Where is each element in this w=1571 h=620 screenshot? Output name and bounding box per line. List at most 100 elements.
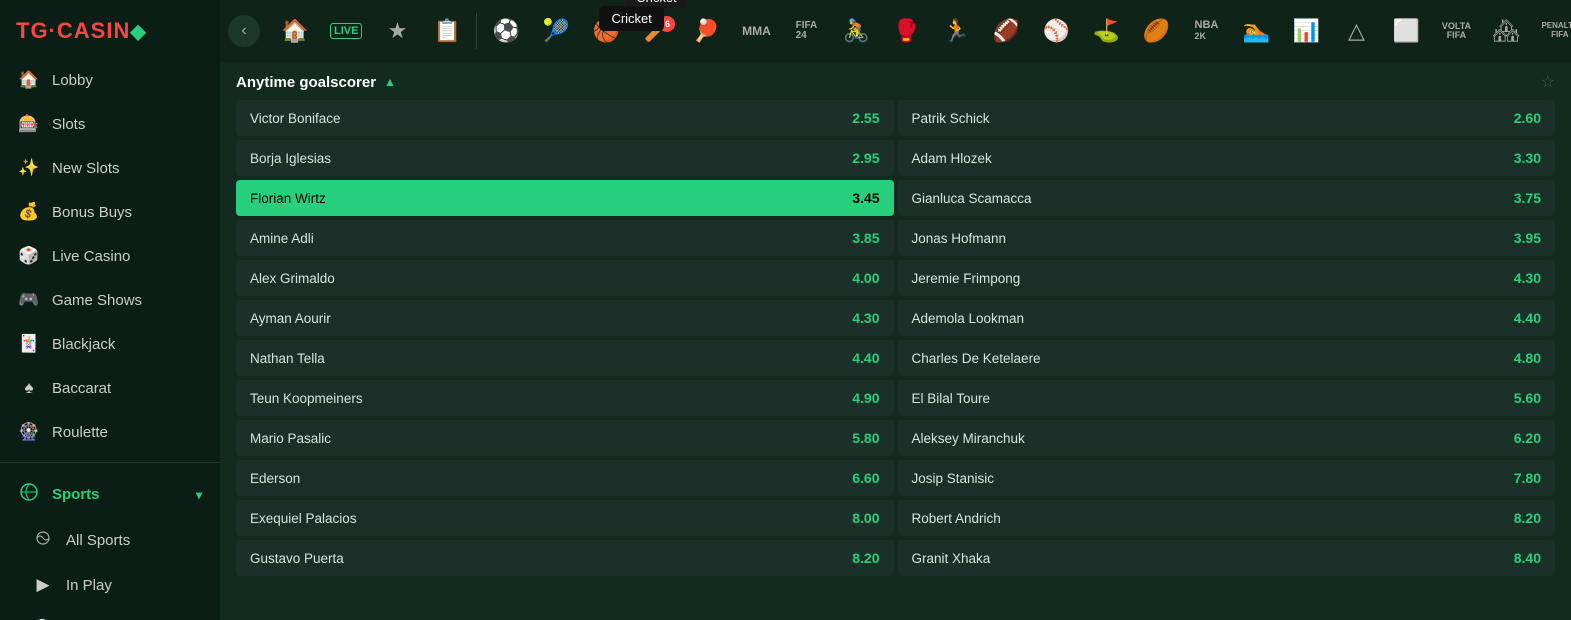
- bet-row[interactable]: Charles De Ketelaere 4.80: [898, 340, 1556, 376]
- sport-betslip-button[interactable]: 📋: [422, 14, 472, 48]
- sport-favorites-button[interactable]: ★: [372, 14, 422, 48]
- collapse-button[interactable]: ‹: [228, 15, 260, 47]
- sidebar-sports-label: Sports: [52, 486, 100, 503]
- sidebar: TG·CASIN◆ 🏠 Lobby 🎰 Slots ✨ New Slots 💰 …: [0, 0, 220, 620]
- bet-row[interactable]: Granit Xhaka 8.40: [898, 540, 1556, 576]
- bet-row[interactable]: Ayman Aourir 4.30: [236, 300, 894, 336]
- sport-triangle-button[interactable]: △: [1331, 14, 1381, 48]
- sidebar-item-label: Blackjack: [52, 336, 115, 353]
- nav-divider: [0, 462, 220, 463]
- sport-golf-button[interactable]: ⛳: [1081, 14, 1131, 48]
- chevron-down-icon: ▾: [196, 488, 202, 502]
- sidebar-item-label: Live Casino: [52, 248, 130, 265]
- bet-row[interactable]: Exequiel Palacios 8.00: [236, 500, 894, 536]
- all-sports-icon: [32, 530, 54, 551]
- bet-odds: 5.60: [1514, 390, 1541, 406]
- sidebar-item-roulette[interactable]: 🎡 Roulette: [0, 410, 220, 454]
- bet-name: Victor Boniface: [250, 111, 341, 126]
- bet-name: Josip Stanisic: [912, 471, 995, 486]
- bonus-buys-icon: 💰: [18, 202, 40, 222]
- bet-odds: 4.30: [1514, 270, 1541, 286]
- sport-divider: [476, 13, 477, 49]
- bet-name: Ayman Aourir: [250, 311, 331, 326]
- sport-mma-button[interactable]: MMA: [731, 20, 781, 42]
- bet-row[interactable]: Adam Hlozek 3.30: [898, 140, 1556, 176]
- bet-odds: 2.55: [852, 110, 879, 126]
- bet-row[interactable]: El Bilal Toure 5.60: [898, 380, 1556, 416]
- bet-row[interactable]: Amine Adli 3.85: [236, 220, 894, 256]
- bet-name: Ademola Lookman: [912, 311, 1025, 326]
- sidebar-item-in-play[interactable]: ▶ In Play: [0, 563, 220, 607]
- bet-name: Charles De Ketelaere: [912, 351, 1041, 366]
- sport-esports-button[interactable]: ⬜: [1381, 14, 1431, 48]
- sidebar-item-live-casino[interactable]: 🎲 Live Casino: [0, 234, 220, 278]
- bet-name: Ederson: [250, 471, 300, 486]
- main-content: ‹ 🏠 LIVE ★ 📋 ⚽ 🎾 🏀 🏏 6 Cricket 🏓 MMA FIF…: [220, 0, 1571, 620]
- bet-row[interactable]: Aleksey Miranchuk 6.20: [898, 420, 1556, 456]
- sidebar-item-label: In Play: [66, 577, 112, 594]
- bet-row[interactable]: Teun Koopmeiners 4.90: [236, 380, 894, 416]
- betting-area: Anytime goalscorer ▲ ☆ Victor Boniface 2…: [220, 62, 1571, 620]
- sport-scoreboard-button[interactable]: 📊: [1281, 14, 1331, 48]
- sidebar-item-new-slots[interactable]: ✨ New Slots: [0, 146, 220, 190]
- bet-odds: 8.20: [1514, 510, 1541, 526]
- bet-odds: 3.85: [852, 230, 879, 246]
- bet-row[interactable]: Nathan Tella 4.40: [236, 340, 894, 376]
- favorite-star-button[interactable]: ☆: [1541, 72, 1555, 92]
- sidebar-item-bonus-buys[interactable]: 💰 Bonus Buys: [0, 190, 220, 234]
- sport-rugby-button[interactable]: 🏉: [1131, 14, 1181, 48]
- bet-row[interactable]: Robert Andrich 8.20: [898, 500, 1556, 536]
- bet-row[interactable]: Gustavo Puerta 8.20: [236, 540, 894, 576]
- sport-fifa-button[interactable]: FIFA24: [781, 17, 831, 45]
- sidebar-item-football[interactable]: ⚽ Football: [0, 607, 220, 620]
- sport-football-button[interactable]: ⚽: [481, 14, 531, 48]
- bet-row[interactable]: Ademola Lookman 4.40: [898, 300, 1556, 336]
- sport-athletics-button[interactable]: 🏃: [931, 14, 981, 48]
- bet-row[interactable]: Victor Boniface 2.55: [236, 100, 894, 136]
- sport-cycling-button[interactable]: 🚴: [831, 14, 881, 48]
- sidebar-item-baccarat[interactable]: ♠ Baccarat: [0, 366, 220, 410]
- bet-odds: 6.60: [852, 470, 879, 486]
- sport-fighting-button[interactable]: 🥊: [881, 14, 931, 48]
- sidebar-item-slots[interactable]: 🎰 Slots: [0, 102, 220, 146]
- bet-odds: 4.40: [852, 350, 879, 366]
- bet-row[interactable]: Gianluca Scamacca 3.75: [898, 180, 1556, 216]
- sport-nba-button[interactable]: NBA2K: [1181, 16, 1231, 46]
- bet-name: Teun Koopmeiners: [250, 391, 363, 406]
- bet-row[interactable]: Alex Grimaldo 4.00: [236, 260, 894, 296]
- blackjack-icon: 🃏: [18, 334, 40, 354]
- bet-name: Borja Iglesias: [250, 151, 331, 166]
- sport-volta-button[interactable]: VOLTAFIFA: [1431, 18, 1481, 44]
- bet-row[interactable]: Jeremie Frimpong 4.30: [898, 260, 1556, 296]
- sport-live-button[interactable]: LIVE: [320, 19, 372, 43]
- sport-tennis-button[interactable]: 🎾: [531, 14, 581, 48]
- sport-tabletennis-button[interactable]: 🏓: [681, 14, 731, 48]
- bet-row[interactable]: Jonas Hofmann 3.95: [898, 220, 1556, 256]
- sport-swimming-button[interactable]: 🏊: [1231, 14, 1281, 48]
- bet-row[interactable]: Mario Pasalic 5.80: [236, 420, 894, 456]
- bet-row[interactable]: Ederson 6.60: [236, 460, 894, 496]
- sidebar-item-blackjack[interactable]: 🃏 Blackjack: [0, 322, 220, 366]
- bet-row[interactable]: Florian Wirtz 3.45: [236, 180, 894, 216]
- bet-odds: 3.30: [1514, 150, 1541, 166]
- slots-icon: 🎰: [18, 114, 40, 134]
- sidebar-item-all-sports[interactable]: All Sports: [0, 518, 220, 563]
- sport-baseball-button[interactable]: ⚾: [1031, 14, 1081, 48]
- sport-home-button[interactable]: 🏠: [270, 14, 320, 48]
- bet-odds: 3.95: [1514, 230, 1541, 246]
- sidebar-nav: 🏠 Lobby 🎰 Slots ✨ New Slots 💰 Bonus Buys…: [0, 58, 220, 620]
- bet-name: Mario Pasalic: [250, 431, 331, 446]
- sidebar-item-game-shows[interactable]: 🎮 Game Shows: [0, 278, 220, 322]
- sport-penalty-button[interactable]: PENALTYFIFA: [1531, 18, 1571, 44]
- sidebar-item-lobby[interactable]: 🏠 Lobby: [0, 58, 220, 102]
- bet-row[interactable]: Patrik Schick 2.60: [898, 100, 1556, 136]
- sport-house2-button[interactable]: 🏘: [1481, 14, 1531, 48]
- bet-odds: 2.95: [852, 150, 879, 166]
- sidebar-item-sports[interactable]: Sports ▾: [0, 471, 220, 518]
- bet-row[interactable]: Borja Iglesias 2.95: [236, 140, 894, 176]
- bet-row[interactable]: Josip Stanisic 7.80: [898, 460, 1556, 496]
- sort-icon[interactable]: ▲: [384, 75, 396, 89]
- betting-grid: Victor Boniface 2.55 Patrik Schick 2.60 …: [236, 100, 1555, 576]
- sport-nfl-button[interactable]: 🏈: [981, 14, 1031, 48]
- bet-name: Nathan Tella: [250, 351, 325, 366]
